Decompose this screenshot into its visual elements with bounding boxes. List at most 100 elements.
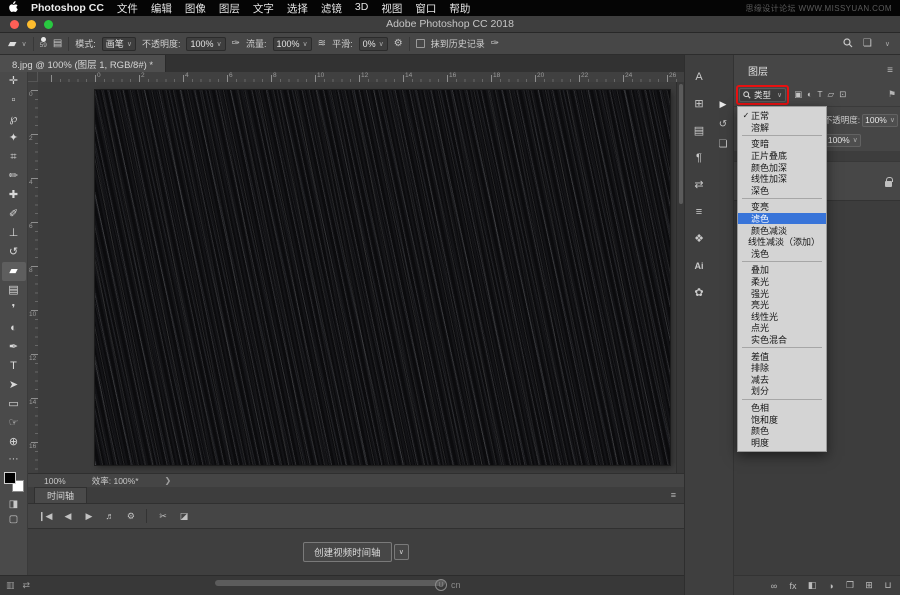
blend-mode-option-明度[interactable]: 明度 bbox=[738, 436, 826, 448]
opacity-select[interactable]: 100% ∨ bbox=[186, 37, 225, 51]
status-options-chevron[interactable]: ❯ bbox=[165, 476, 172, 485]
blend-mode-option-强光[interactable]: 强光 bbox=[738, 287, 826, 299]
pen-tool[interactable]: ✒ bbox=[2, 338, 26, 357]
quick-selection-tool[interactable]: ✦ bbox=[2, 129, 26, 148]
filter-adjustment-layers-icon[interactable]: ◐ bbox=[807, 89, 812, 100]
menubar-item-窗口[interactable]: 窗口 bbox=[415, 1, 436, 16]
filter-type-layers-icon[interactable]: T bbox=[817, 89, 822, 100]
tool-preset-picker[interactable]: ▰ ∨ bbox=[8, 37, 27, 50]
color-swatches[interactable] bbox=[4, 472, 24, 492]
blend-mode-option-滤色[interactable]: 滤色 bbox=[738, 213, 826, 225]
flow-select[interactable]: 100% ∨ bbox=[273, 37, 312, 51]
transform-panel-icon[interactable]: ⇄ bbox=[687, 171, 711, 198]
smoothing-select[interactable]: 0% ∨ bbox=[359, 37, 388, 51]
edit-toolbar-icon[interactable]: ⋯ bbox=[2, 452, 26, 467]
timeline-mode-chevron[interactable]: ∨ bbox=[394, 544, 409, 560]
tab-layers[interactable]: 图层 bbox=[748, 63, 768, 78]
minimize-button[interactable] bbox=[27, 20, 36, 29]
grid-view-icon[interactable]: ▥ bbox=[6, 580, 15, 591]
blend-mode-option-柔光[interactable]: 柔光 bbox=[738, 276, 826, 288]
blend-mode-option-减去[interactable]: 减去 bbox=[738, 373, 826, 385]
blend-mode-option-划分[interactable]: 划分 bbox=[738, 385, 826, 397]
layers-panel-menu-icon[interactable]: ≡ bbox=[887, 65, 893, 76]
menubar-item-文字[interactable]: 文字 bbox=[253, 1, 274, 16]
blend-mode-option-正常[interactable]: ✓正常 bbox=[738, 110, 826, 122]
brush-panel-toggle-icon[interactable]: ▤ bbox=[53, 38, 62, 49]
filter-pixel-layers-icon[interactable]: ▣ bbox=[794, 89, 802, 100]
menubar-item-图层[interactable]: 图层 bbox=[219, 1, 240, 16]
first-frame-button[interactable]: ❙◀ bbox=[38, 511, 52, 522]
menubar-item-滤镜[interactable]: 滤镜 bbox=[321, 1, 342, 16]
erase-history-checkbox[interactable] bbox=[416, 39, 425, 48]
blend-mode-option-线性光[interactable]: 线性光 bbox=[738, 311, 826, 323]
blur-tool[interactable]: ❜ bbox=[2, 300, 26, 319]
pan-arrows-icon[interactable]: ⇄ bbox=[23, 580, 31, 591]
chevron-down-icon[interactable]: ∨ bbox=[885, 40, 890, 48]
pen-pressure-size-icon[interactable]: ✑ bbox=[491, 38, 499, 49]
brushes-panel-icon[interactable]: ✿ bbox=[687, 279, 711, 306]
menubar-item-视图[interactable]: 视图 bbox=[381, 1, 402, 16]
blend-mode-option-颜色加深[interactable]: 颜色加深 bbox=[738, 161, 826, 173]
blend-mode-option-实色混合[interactable]: 实色混合 bbox=[738, 334, 826, 346]
blend-mode-option-深色[interactable]: 深色 bbox=[738, 185, 826, 197]
menubar-item-图像[interactable]: 图像 bbox=[185, 1, 206, 16]
blend-mode-option-正片叠底[interactable]: 正片叠底 bbox=[738, 150, 826, 162]
layer-fill-select[interactable]: 100% ∨ bbox=[825, 134, 861, 147]
marquee-tool[interactable]: ▫ bbox=[2, 91, 26, 110]
zoom-window-button[interactable] bbox=[44, 20, 53, 29]
ai-panel-icon[interactable]: Ai bbox=[687, 252, 711, 279]
blend-mode-option-溶解[interactable]: 溶解 bbox=[738, 122, 826, 134]
paragraph-panel-icon[interactable]: ¶ bbox=[687, 144, 711, 171]
dodge-tool[interactable]: ◐ bbox=[2, 319, 26, 338]
horizontal-scrollbar-thumb[interactable] bbox=[215, 580, 445, 586]
background-lock-icon[interactable] bbox=[885, 181, 892, 187]
info-panel-icon[interactable]: ≡ bbox=[687, 198, 711, 225]
blend-mode-option-差值[interactable]: 差值 bbox=[738, 350, 826, 362]
blend-mode-option-浅色[interactable]: 浅色 bbox=[738, 248, 826, 260]
timeline-settings-button[interactable]: ⚙ bbox=[125, 511, 136, 522]
move-tool[interactable]: ✛ bbox=[2, 72, 26, 91]
previous-frame-button[interactable]: ◀ bbox=[62, 511, 73, 522]
blend-mode-option-颜色[interactable]: 颜色 bbox=[738, 425, 826, 437]
swatches-panel-icon[interactable]: ⊞ bbox=[687, 90, 711, 117]
zoom-tool[interactable]: ⊕ bbox=[2, 433, 26, 452]
blend-mode-option-排除[interactable]: 排除 bbox=[738, 362, 826, 374]
play-button[interactable]: ▶ bbox=[83, 511, 94, 522]
blend-mode-option-线性加深[interactable]: 线性加深 bbox=[738, 173, 826, 185]
clone-stamp-tool[interactable]: ⊥ bbox=[2, 224, 26, 243]
delete-layer-icon[interactable]: ⊔ bbox=[883, 580, 893, 591]
blend-mode-option-色相[interactable]: 色相 bbox=[738, 402, 826, 414]
layer-opacity-select[interactable]: 100% ∨ bbox=[862, 114, 898, 127]
brush-tool[interactable]: ✐ bbox=[2, 205, 26, 224]
layer-style-icon[interactable]: fx bbox=[788, 581, 798, 591]
mode-select[interactable]: 画笔 ∨ bbox=[102, 37, 136, 51]
layer-mask-icon[interactable]: ◧ bbox=[807, 580, 817, 591]
menubar-item-编辑[interactable]: 编辑 bbox=[151, 1, 172, 16]
expand-panels-arrow[interactable]: ▶ bbox=[720, 99, 727, 110]
workspace-switcher-icon[interactable]: ❏ bbox=[863, 38, 872, 49]
quick-mask-icon[interactable]: ◨ bbox=[2, 497, 26, 512]
blend-mode-option-颜色减淡[interactable]: 颜色减淡 bbox=[738, 224, 826, 236]
brush-preset-picker[interactable]: 59 bbox=[40, 37, 47, 50]
libraries-panel-icon[interactable]: ▤ bbox=[687, 117, 711, 144]
filter-shape-layers-icon[interactable]: ▱ bbox=[828, 89, 835, 100]
menubar-item-3D[interactable]: 3D bbox=[355, 1, 368, 16]
apple-menu[interactable] bbox=[8, 1, 18, 16]
split-clip-button[interactable]: ✂ bbox=[157, 511, 168, 522]
airbrush-icon[interactable]: ≋ bbox=[318, 38, 326, 49]
ruler-left[interactable]: 0246810121416 bbox=[28, 82, 38, 473]
hand-tool[interactable]: ☞ bbox=[2, 414, 26, 433]
blend-mode-option-变亮[interactable]: 变亮 bbox=[738, 201, 826, 213]
link-layers-icon[interactable]: ∞ bbox=[769, 581, 779, 591]
type-tool[interactable]: T bbox=[2, 357, 26, 376]
close-button[interactable] bbox=[10, 20, 19, 29]
navigator-panel-icon[interactable]: ❖ bbox=[687, 225, 711, 252]
zoom-level-value[interactable]: 100% bbox=[44, 476, 66, 486]
create-video-timeline-button[interactable]: 创建视频时间轴 bbox=[303, 542, 392, 562]
gradient-tool[interactable]: ▤ bbox=[2, 281, 26, 300]
document-tab[interactable]: 8.jpg @ 100% (图层 1, RGB/8#) * bbox=[0, 55, 166, 72]
canvas[interactable] bbox=[95, 90, 670, 465]
path-selection-tool[interactable]: ➤ bbox=[2, 376, 26, 395]
filter-toggle-icon[interactable]: ⚑ bbox=[888, 89, 896, 100]
layer-filter-select[interactable]: 类型 ∨ bbox=[739, 88, 786, 102]
